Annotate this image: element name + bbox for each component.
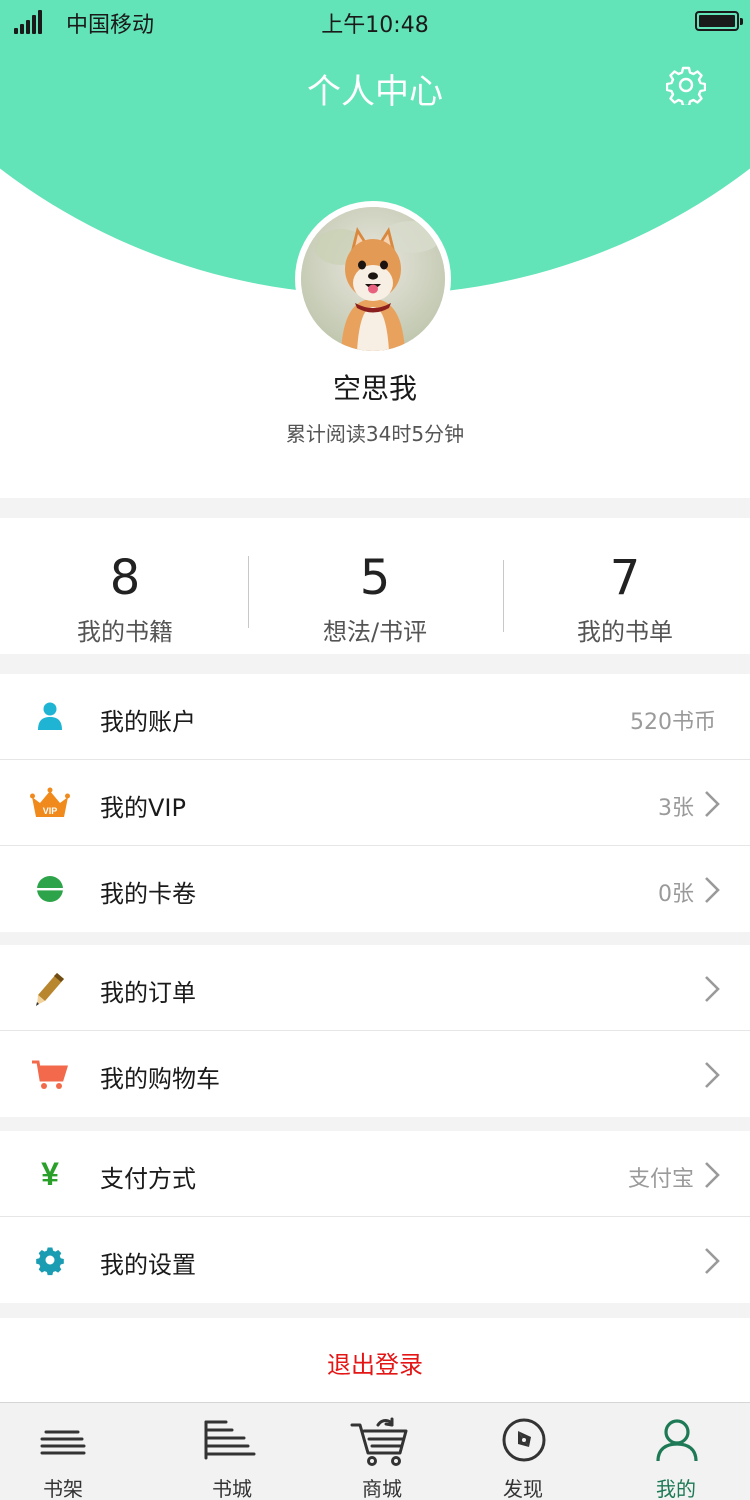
coupon-count: 0张 — [658, 882, 694, 907]
chevron-right-icon — [705, 877, 720, 903]
stat-label: 想法/书评 — [322, 618, 428, 646]
menu-item-payment[interactable]: ¥ 支付方式 支付宝 — [0, 1131, 750, 1217]
menu-group-account: 我的账户 520书币 VIP 我的VIP 3张 我的卡卷 0张 — [0, 674, 750, 932]
logout-label: 退出登录 — [327, 1351, 423, 1379]
chevron-right-icon — [705, 1062, 720, 1088]
stat-my-books[interactable]: 8 我的书籍 — [0, 518, 250, 654]
profile-page: 中国移动 上午10:48 个人中心 空思我 累计阅读34时5分钟 8 我的书籍 … — [0, 0, 750, 1500]
settings-gear-icon[interactable] — [666, 65, 706, 105]
tab-me[interactable]: 我的 — [620, 1403, 750, 1500]
clock: 上午10:48 — [321, 13, 429, 38]
chevron-right-icon — [705, 791, 720, 817]
menu-label: 我的账户 — [100, 708, 196, 736]
pencil-icon — [36, 973, 64, 1006]
page-title: 个人中心 — [307, 72, 443, 112]
stat-value: 8 — [109, 550, 141, 606]
yen-icon: ¥ — [41, 1156, 59, 1192]
menu-item-account[interactable]: 我的账户 520书币 — [0, 674, 750, 760]
stat-reviews[interactable]: 5 想法/书评 — [250, 518, 500, 654]
tab-mall[interactable]: 商城 — [332, 1403, 478, 1500]
person-icon — [38, 702, 62, 730]
menu-group-settings: ¥ 支付方式 支付宝 我的设置 — [0, 1131, 750, 1303]
cart-icon — [32, 1060, 69, 1089]
gear-icon — [36, 1247, 64, 1276]
account-balance: 520书币 — [630, 710, 716, 735]
tab-label: 商城 — [362, 1477, 402, 1500]
stat-booklists[interactable]: 7 我的书单 — [500, 518, 750, 654]
tab-label: 书架 — [43, 1477, 83, 1500]
tab-bookstore[interactable]: 书城 — [126, 1403, 332, 1500]
logout-button[interactable]: 退出登录 — [0, 1318, 750, 1402]
stat-label: 我的书籍 — [77, 618, 173, 646]
payment-method: 支付宝 — [627, 1167, 694, 1192]
avatar[interactable] — [295, 201, 451, 357]
menu-label: 我的VIP — [100, 794, 186, 822]
compass-icon — [502, 1418, 546, 1462]
divider — [248, 556, 249, 628]
chevron-right-icon — [705, 1248, 720, 1274]
tab-label: 书城 — [212, 1477, 252, 1500]
divider — [503, 560, 504, 632]
tab-bookshelf[interactable]: 书架 — [0, 1403, 126, 1500]
stat-value: 7 — [609, 550, 641, 606]
stat-value: 5 — [359, 550, 391, 606]
stats-bar: 8 我的书籍 5 想法/书评 7 我的书单 — [0, 518, 750, 654]
tab-label: 发现 — [503, 1477, 543, 1500]
menu-group-orders: 我的订单 我的购物车 — [0, 945, 750, 1117]
menu-label: 我的卡卷 — [100, 880, 196, 908]
cart-icon — [350, 1417, 408, 1466]
menu-item-vip[interactable]: VIP 我的VIP 3张 — [0, 760, 750, 846]
menu-label: 我的设置 — [100, 1251, 196, 1279]
user-icon — [656, 1419, 698, 1462]
chevron-right-icon — [705, 976, 720, 1002]
tab-discover[interactable]: 发现 — [478, 1403, 620, 1500]
coupon-icon — [36, 876, 64, 902]
vip-badge-text: VIP — [43, 806, 58, 816]
avatar-photo — [301, 207, 445, 351]
chevron-right-icon — [705, 1162, 720, 1188]
stat-label: 我的书单 — [577, 618, 673, 646]
menu-item-settings[interactable]: 我的设置 — [0, 1217, 750, 1303]
profile-header: 中国移动 上午10:48 个人中心 空思我 累计阅读34时5分钟 — [0, 0, 750, 498]
bookstore-icon — [204, 1420, 256, 1460]
menu-label: 支付方式 — [100, 1165, 196, 1193]
reading-time: 累计阅读34时5分钟 — [285, 422, 465, 446]
battery-icon — [695, 11, 743, 31]
menu-item-cart[interactable]: 我的购物车 — [0, 1031, 750, 1117]
username: 空思我 — [332, 372, 417, 405]
crown-icon: VIP — [30, 787, 70, 817]
tab-bar: 书架 书城 商城 发现 我的 — [0, 1402, 750, 1500]
menu-item-orders[interactable]: 我的订单 — [0, 945, 750, 1031]
menu-label: 我的订单 — [100, 979, 196, 1007]
tab-label: 我的 — [656, 1477, 696, 1500]
menu-label: 我的购物车 — [100, 1065, 220, 1093]
status-bar: 中国移动 上午10:48 — [0, 0, 750, 44]
vip-count: 3张 — [658, 796, 694, 821]
menu-item-coupons[interactable]: 我的卡卷 0张 — [0, 846, 750, 932]
bookshelf-icon — [40, 1430, 86, 1455]
